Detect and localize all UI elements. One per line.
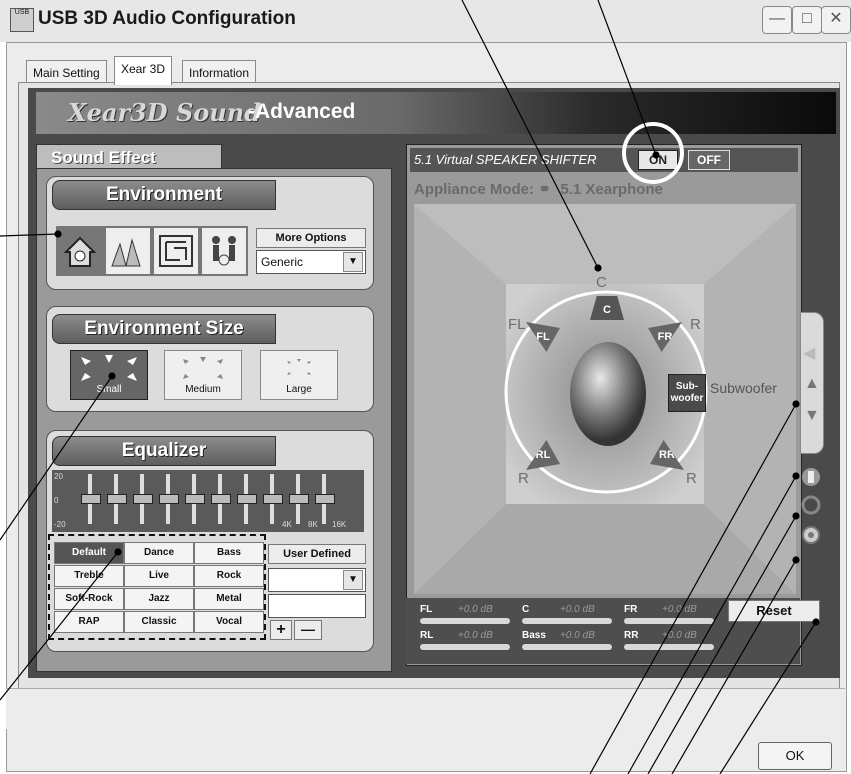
annotation-lines <box>0 0 820 774</box>
app-window: USB USB 3D Audio Configuration — □ ✕ Mai… <box>0 0 851 774</box>
tab-xear-3d[interactable]: Xear 3D <box>114 56 173 85</box>
